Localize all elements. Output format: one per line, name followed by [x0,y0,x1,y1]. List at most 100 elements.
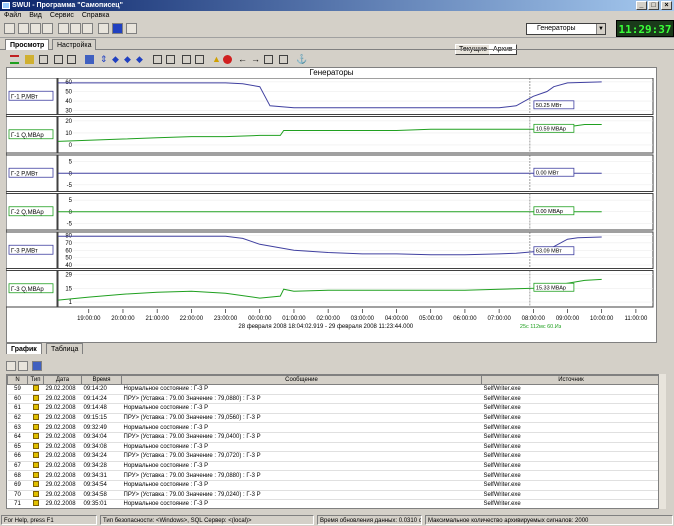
menu-bar: Файл Вид Сервис Справка [0,11,674,20]
status-help: For Help, press F1 [1,515,97,525]
row-source: SelfWriter.exe [481,490,661,501]
grid-icon[interactable] [25,55,34,64]
row-number: 71 [7,499,28,508]
table-view-icon[interactable] [279,55,288,64]
col-source[interactable]: Источник [481,375,661,385]
row-source: SelfWriter.exe [481,461,661,472]
table-row[interactable]: 66 29.02.2008 09:34:24 ПРУ> (Уставка : 79.0… [7,451,661,462]
expand-icon[interactable]: ◆ [112,55,121,64]
col-number[interactable]: N [7,375,28,385]
print-icon[interactable] [70,23,81,34]
merge-icon[interactable] [195,55,204,64]
y-tick-label: 50 [65,256,72,262]
table-row[interactable]: 60 29.02.2008 09:14:24 ПРУ> (Уставка : 79.0… [7,394,661,405]
status-bar: For Help, press F1 Тип безопасности: <Wi… [0,514,674,526]
col-type[interactable]: Тип [27,375,44,385]
series-label: Г-1 P,МВт [11,94,38,100]
col-time[interactable]: Время [81,375,122,385]
table-row[interactable]: 62 29.02.2008 09:15:15 ПРУ> (Уставка : 79.0… [7,413,661,424]
anchor-icon[interactable]: ⚓ [296,55,307,64]
menu-file[interactable]: Файл [0,11,25,20]
row-source: SelfWriter.exe [481,394,661,405]
col-date[interactable]: Дата [43,375,82,385]
maximize-button[interactable]: □ [648,1,659,10]
table-row[interactable]: 64 29.02.2008 09:34:04 ПРУ> (Уставка : 79.0… [7,432,661,443]
open-icon[interactable] [30,23,41,34]
series-label: Г-3 Q,МВАр [11,287,44,293]
alarm-icon[interactable] [223,55,232,64]
check-icon[interactable] [67,55,76,64]
save-icon[interactable] [42,23,53,34]
row-number: 66 [7,451,28,462]
minimize-button[interactable]: _ [636,1,647,10]
event-type-icon [32,452,39,459]
filter-icon[interactable] [32,361,42,371]
lock-icon[interactable] [4,23,15,34]
columns-icon[interactable] [6,361,16,371]
table-row[interactable]: 68 29.02.2008 09:34:31 ПРУ> (Уставка : 79.0… [7,470,661,481]
table-row[interactable]: 61 29.02.2008 09:14:48 Нормальное состояние… [7,403,661,414]
row-source: SelfWriter.exe [481,403,661,414]
row-type [27,384,44,395]
layout-icon[interactable] [166,55,175,64]
pause-icon[interactable] [98,23,109,34]
table-row[interactable]: 70 29.02.2008 09:34:58 ПРУ> (Уставка : 79.0… [7,490,661,501]
export-icon[interactable] [58,23,69,34]
stop-icon[interactable] [112,23,123,34]
close-button[interactable]: × [661,1,672,10]
row-message: ПРУ> (Уставка : 79.00 Значение : 79,0560… [121,413,482,424]
table-row[interactable]: 59 29.02.2008 09:14:20 Нормальное состояние… [7,384,661,395]
marker-icon[interactable] [54,55,63,64]
table-row[interactable]: 71 29.02.2008 09:35:01 Нормальное состояние… [7,499,661,508]
menu-service[interactable]: Сервис [46,11,78,20]
col-message[interactable]: Сообщение [121,375,482,385]
record-icon[interactable] [126,23,137,34]
menu-view[interactable]: Вид [25,11,46,20]
table-row[interactable]: 67 29.02.2008 09:34:28 Нормальное состояние… [7,461,661,472]
row-message: ПРУ> (Уставка : 79.00 Значение : 79,0720… [121,451,482,462]
range-icon[interactable] [264,55,273,64]
row-source: SelfWriter.exe [481,384,661,395]
zoom-in-icon[interactable] [85,55,94,64]
group-select[interactable]: Генераторы ▼ [526,23,606,35]
cursor-label: 25с 112мс 60.Из [520,324,562,330]
tab-chart[interactable]: График [6,343,42,354]
preview-icon[interactable] [82,23,93,34]
tab-table[interactable]: Таблица [46,343,84,354]
tab-view[interactable]: Просмотр [5,39,50,50]
event-type-icon [32,500,39,507]
rows-icon[interactable] [18,361,28,371]
row-message: ПРУ> (Уставка : 79.00 Значение : 79,0880… [121,394,482,405]
bottom-tabs: График Таблица [6,343,657,354]
table-row[interactable]: 65 29.02.2008 09:34:08 Нормальное состояние… [7,442,661,453]
arrow-left-icon[interactable]: ← [238,55,247,64]
row-type [27,394,44,405]
collapse-icon[interactable]: ◆ [124,55,133,64]
chevron-down-icon[interactable]: ▼ [596,24,605,34]
menu-help[interactable]: Справка [78,11,113,20]
row-type [27,461,44,472]
value-label: 10.59 МВАр [536,126,566,132]
time-label: 21:00:00 [145,316,169,322]
plot-area [57,116,654,154]
lines-icon[interactable] [10,55,19,64]
shrink-icon[interactable]: ◆ [136,55,145,64]
arrow-right-icon[interactable]: → [251,55,260,64]
split-icon[interactable] [182,55,191,64]
table-row[interactable]: 69 29.02.2008 09:34:54 Нормальное состояние… [7,480,661,491]
row-type [27,422,44,433]
print-chart-icon[interactable] [153,55,162,64]
warning-icon[interactable]: ▲ [212,55,221,64]
new-icon[interactable] [18,23,29,34]
row-source: SelfWriter.exe [481,413,661,424]
fit-vertical-icon[interactable]: ⇕ [100,55,109,64]
pen-icon[interactable] [39,55,48,64]
row-message: Нормальное состояние : Г-3 P [121,442,482,453]
row-message: Нормальное состояние : Г-3 P [121,422,482,433]
event-type-icon [32,433,39,440]
tab-settings[interactable]: Настройка [52,39,97,50]
value-label: 0.00 МВт [536,170,559,176]
table-scrollbar[interactable] [658,374,666,509]
table-row[interactable]: 63 29.02.2008 09:32:49 Нормальное состояние… [7,422,661,433]
event-type-icon [32,481,39,488]
